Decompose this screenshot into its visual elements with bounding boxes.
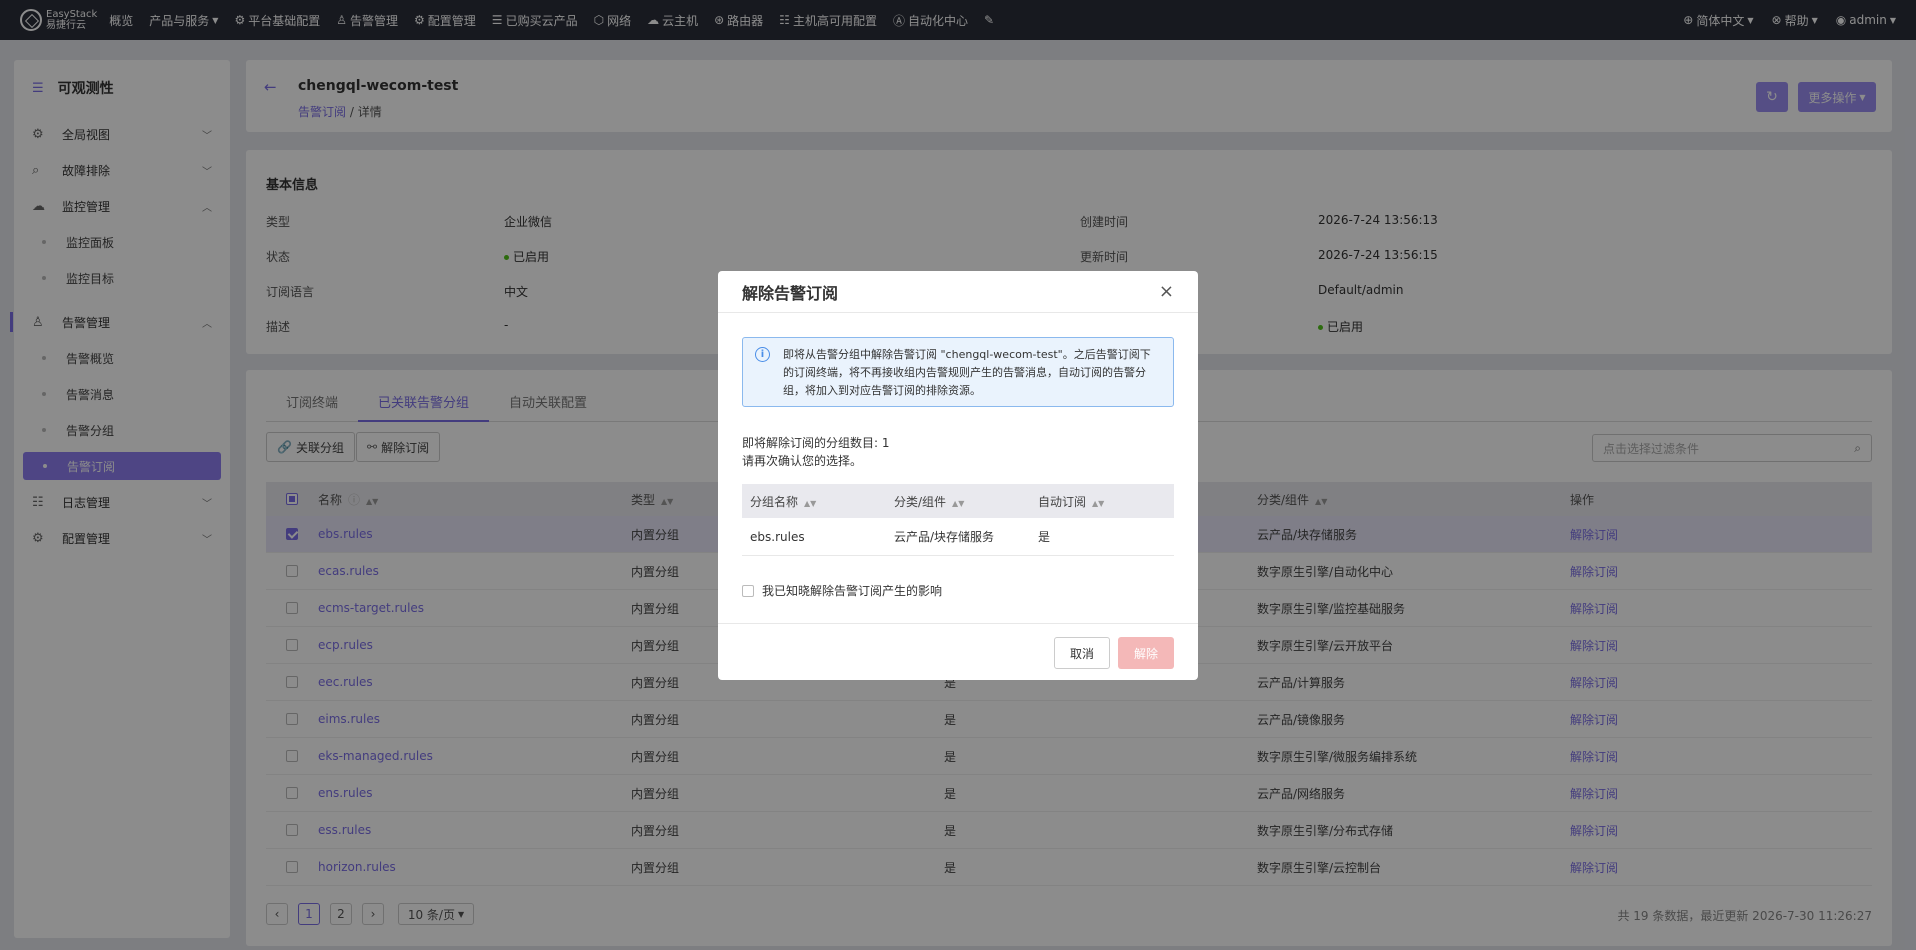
unsubscribe-dialog: 解除告警订阅 × i 即将从告警分组中解除告警订阅 "chengql-wecom-… xyxy=(718,271,1198,680)
info-icon: i xyxy=(755,347,770,362)
count-text: 即将解除订阅的分组数目: 1 xyxy=(742,436,890,450)
sort-icon[interactable]: ▲▼ xyxy=(804,499,816,508)
sort-icon[interactable]: ▲▼ xyxy=(952,499,964,508)
close-icon[interactable]: × xyxy=(1159,281,1174,302)
info-alert: i 即将从告警分组中解除告警订阅 "chengql-wecom-test"。之后告… xyxy=(742,337,1174,407)
dialog-table-row: ebs.rules 云产品/块存储服务 是 xyxy=(742,518,1174,556)
acknowledge-checkbox[interactable]: 我已知晓解除告警订阅产生的影响 xyxy=(742,582,942,599)
cancel-button[interactable]: 取消 xyxy=(1054,637,1110,669)
sort-icon[interactable]: ▲▼ xyxy=(1092,499,1104,508)
confirm-text: 请再次确认您的选择。 xyxy=(742,454,863,468)
dialog-table: 分组名称 ▲▼ 分类/组件 ▲▼ 自动订阅 ▲▼ ebs.rules 云产品/块存储服… xyxy=(742,484,1174,556)
checkbox[interactable] xyxy=(742,584,754,597)
confirm-unsubscribe-button[interactable]: 解除 xyxy=(1118,637,1174,669)
dialog-title: 解除告警订阅 xyxy=(742,284,839,303)
